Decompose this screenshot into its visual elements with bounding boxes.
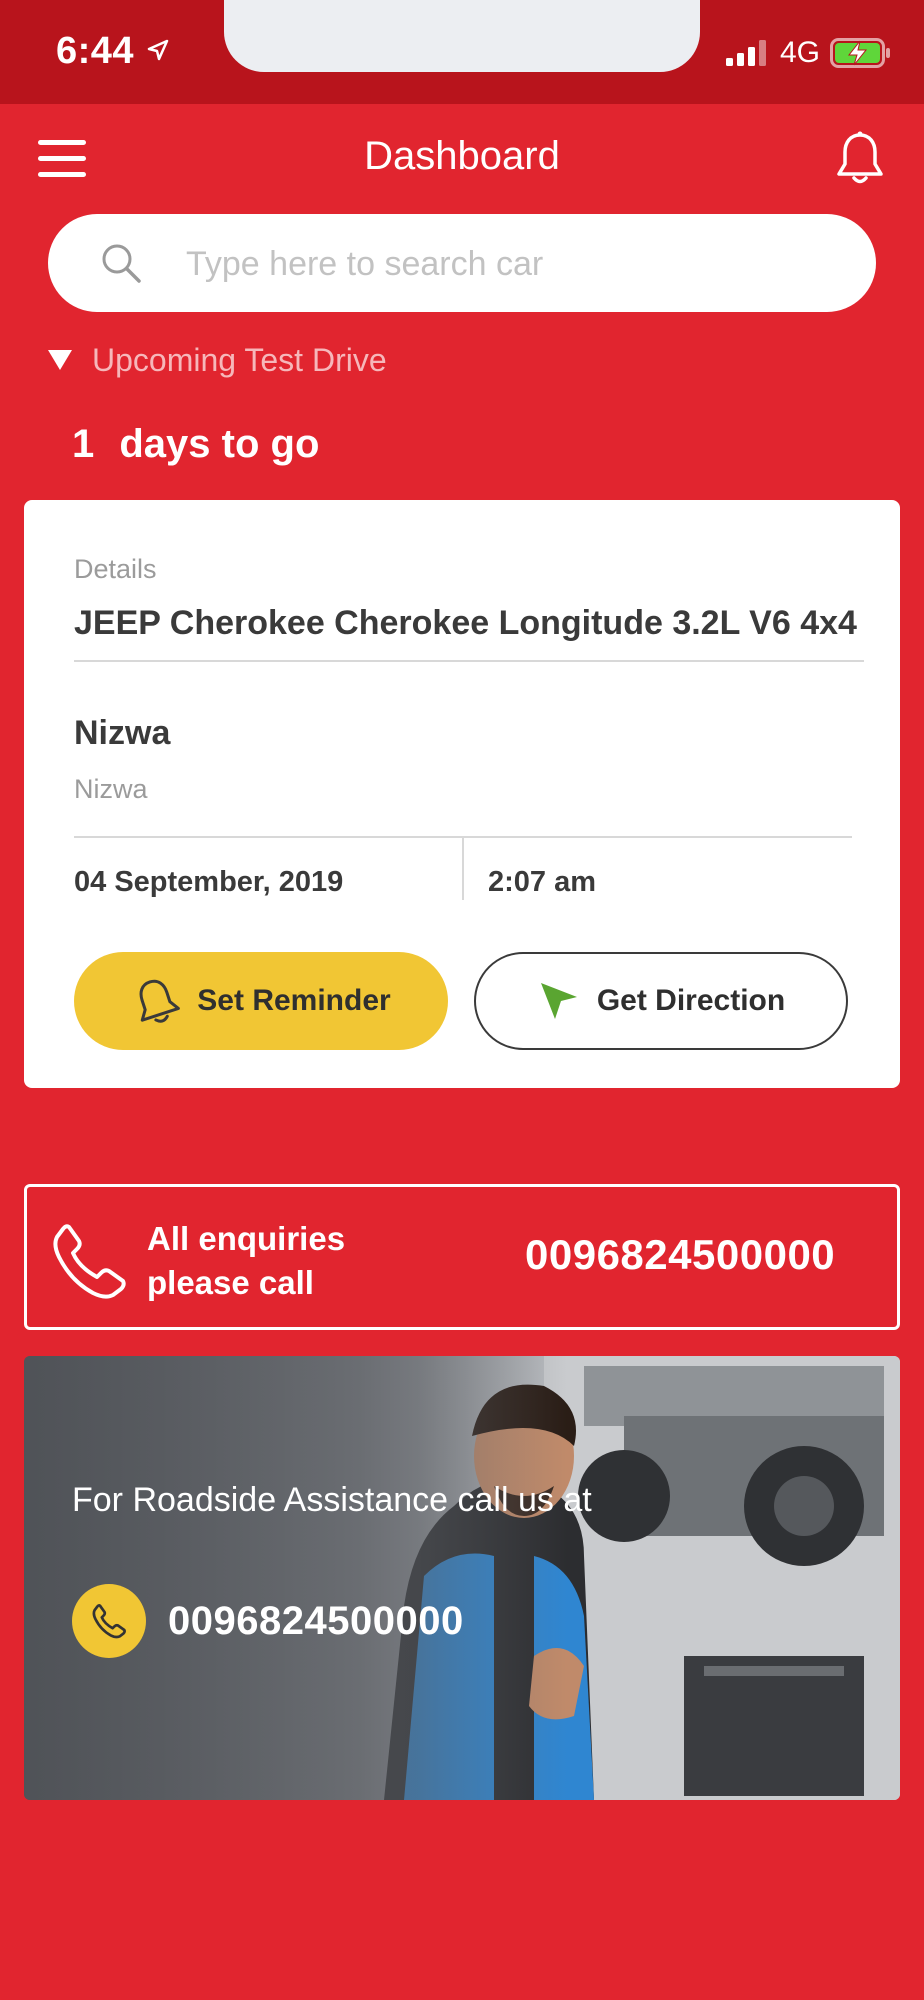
enquiry-phone-number[interactable]: 0096824500000 bbox=[525, 1231, 835, 1279]
days-count: 1 bbox=[72, 422, 95, 466]
bell-icon bbox=[139, 979, 181, 1023]
days-suffix: days to go bbox=[119, 422, 320, 466]
status-time: 6:44 bbox=[56, 30, 135, 72]
upcoming-test-drive-label: Upcoming Test Drive bbox=[92, 341, 387, 378]
caret-down-icon bbox=[48, 350, 72, 370]
get-direction-label: Get Direction bbox=[596, 984, 786, 1017]
bell-icon[interactable] bbox=[834, 130, 886, 188]
roadside-phone-number: 0096824500000 bbox=[168, 1598, 464, 1643]
location-arrow-icon bbox=[147, 39, 169, 61]
search-input[interactable] bbox=[184, 236, 848, 292]
days-to-go: 1 days to go bbox=[72, 422, 319, 467]
signal-icon bbox=[726, 40, 766, 66]
battery-charging-icon bbox=[830, 38, 890, 68]
get-direction-button[interactable]: Get Direction bbox=[474, 952, 848, 1050]
network-type: 4G bbox=[780, 36, 821, 69]
search-icon bbox=[102, 244, 141, 283]
enquiry-text-line2: please call bbox=[147, 1264, 314, 1301]
location-title: Nizwa bbox=[74, 714, 171, 752]
car-name: JEEP Cherokee Cherokee Longitude 3.2L V6… bbox=[74, 604, 857, 642]
location-subtitle: Nizwa bbox=[74, 774, 148, 804]
vertical-divider bbox=[462, 838, 464, 900]
navigation-arrow-icon bbox=[540, 983, 577, 1019]
set-reminder-label: Set Reminder bbox=[197, 984, 391, 1017]
roadside-text: For Roadside Assistance call us at bbox=[72, 1481, 592, 1519]
enquiry-text: All enquiries please call bbox=[147, 1217, 407, 1305]
test-drive-date: 04 September, 2019 bbox=[74, 866, 344, 898]
enquiry-banner[interactable]: All enquiries please call 0096824500000 bbox=[24, 1184, 900, 1330]
roadside-call-button[interactable]: 0096824500000 bbox=[72, 1584, 464, 1658]
upcoming-test-drive-toggle[interactable]: Upcoming Test Drive bbox=[48, 340, 387, 380]
divider bbox=[74, 660, 864, 662]
roadside-assistance-banner[interactable]: For Roadside Assistance call us at 00968… bbox=[24, 1356, 900, 1800]
phone-icon bbox=[53, 1224, 126, 1299]
test-drive-card: Details JEEP Cherokee Cherokee Longitude… bbox=[24, 500, 900, 1088]
set-reminder-button[interactable]: Set Reminder bbox=[74, 952, 448, 1050]
enquiry-text-line1: All enquiries bbox=[147, 1220, 346, 1257]
test-drive-time: 2:07 am bbox=[488, 866, 597, 898]
search-bar bbox=[48, 214, 876, 312]
app-header: Dashboard bbox=[0, 104, 924, 214]
details-label: Details bbox=[74, 554, 157, 584]
phone-icon-circle bbox=[72, 1584, 146, 1658]
page-title: Dashboard bbox=[364, 134, 560, 178]
phone-icon bbox=[92, 1604, 126, 1639]
device-notch bbox=[224, 0, 700, 72]
status-bar: 6:44 4G bbox=[0, 0, 924, 104]
mechanic-garage-photo bbox=[24, 1356, 900, 1800]
